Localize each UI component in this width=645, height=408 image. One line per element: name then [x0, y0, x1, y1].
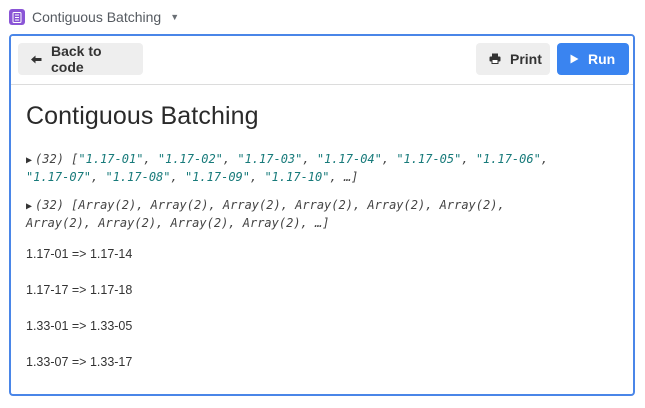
- array-item: "1.17-01": [78, 152, 144, 166]
- expand-triangle-icon[interactable]: ▶: [26, 201, 32, 212]
- arrow-left-icon: [31, 51, 42, 67]
- array-item: "1.17-03": [237, 152, 303, 166]
- array-ellipsis: …: [315, 216, 323, 230]
- array-item: Array(2): [170, 216, 229, 230]
- array-item: "1.17-06": [475, 152, 541, 166]
- result-line: 1.17-01 => 1.17-14: [26, 247, 133, 261]
- result-line: 1.33-01 => 1.33-05: [26, 319, 133, 333]
- chevron-down-icon[interactable]: ▼: [170, 12, 179, 22]
- expand-triangle-icon[interactable]: ▶: [26, 155, 32, 166]
- array-item: "1.17-02": [157, 152, 223, 166]
- array-item: "1.17-07": [26, 170, 92, 184]
- run-button[interactable]: Run: [557, 43, 629, 75]
- notebook-icon: [9, 9, 25, 25]
- array-item: Array(2): [439, 198, 498, 212]
- array-item: "1.17-05": [396, 152, 462, 166]
- result-line: 1.33-07 => 1.33-17: [26, 355, 133, 369]
- array-output-strings[interactable]: ▶ (32) ["1.17-01", "1.17-02", "1.17-03", …: [26, 151, 616, 185]
- array-item: Array(2): [222, 198, 281, 212]
- page-title: Contiguous Batching: [26, 102, 259, 130]
- toolbar: Back to code Print Run: [11, 36, 633, 85]
- print-button[interactable]: Print: [476, 43, 550, 75]
- array-item: Array(2): [242, 216, 301, 230]
- array-item: "1.17-04": [316, 152, 382, 166]
- back-to-code-button[interactable]: Back to code: [18, 43, 143, 75]
- play-icon: [570, 51, 579, 67]
- array-count: (32): [35, 152, 64, 166]
- array-item: Array(2): [295, 198, 353, 212]
- array-ellipsis: …: [343, 170, 352, 184]
- print-label: Print: [510, 51, 542, 67]
- array-item: Array(2): [78, 198, 137, 212]
- array-item: "1.17-08": [105, 170, 171, 184]
- array-item: Array(2): [98, 216, 157, 230]
- array-item: Array(2): [26, 216, 84, 230]
- notebook-frame: Back to code Print Run Contiguous Batchi…: [9, 34, 635, 396]
- printer-icon: [489, 51, 501, 67]
- back-to-code-label: Back to code: [51, 43, 102, 75]
- array-item: "1.17-10": [264, 170, 330, 184]
- title-bar[interactable]: Contiguous Batching ▼: [9, 6, 179, 28]
- array-output-arrays[interactable]: ▶ (32) [Array(2), Array(2), Array(2), Arr…: [26, 197, 616, 231]
- result-line: 1.17-17 => 1.17-18: [26, 283, 133, 297]
- array-item: Array(2): [150, 198, 209, 212]
- window-title[interactable]: Contiguous Batching: [32, 9, 161, 25]
- run-label: Run: [588, 51, 616, 67]
- array-item: "1.17-09": [184, 170, 250, 184]
- array-item: Array(2): [367, 198, 426, 212]
- array-count: (32): [35, 198, 64, 212]
